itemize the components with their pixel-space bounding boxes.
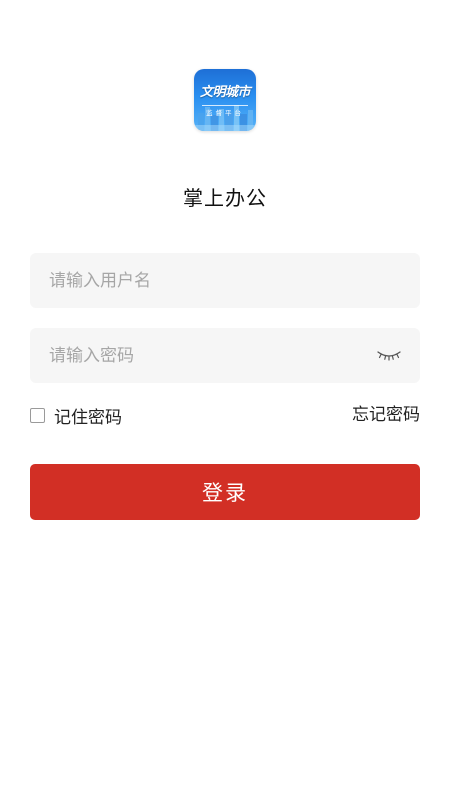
- logo-subtitle: 监督平台: [202, 105, 248, 117]
- eye-closed-icon: [377, 351, 401, 361]
- password-visibility-toggle[interactable]: [376, 345, 402, 365]
- password-input[interactable]: [30, 328, 420, 383]
- remember-password[interactable]: 记住密码: [30, 403, 122, 428]
- remember-password-checkbox[interactable]: [30, 407, 45, 423]
- login-screen: 文明城市 监督平台 掌上办公 记住密码 忘记密码 登录: [0, 0, 450, 800]
- app-logo: 文明城市 监督平台: [194, 69, 256, 131]
- login-button[interactable]: 登录: [30, 464, 420, 520]
- password-field-container: [30, 328, 420, 383]
- logo-title: 文明城市: [199, 85, 251, 100]
- username-field-container: [30, 253, 420, 308]
- username-input[interactable]: [30, 253, 420, 308]
- forgot-password-link[interactable]: 忘记密码: [352, 403, 420, 427]
- remember-password-label: 记住密码: [54, 407, 122, 428]
- city-skyline-logo-icon: [194, 105, 256, 131]
- remember-row: 记住密码 忘记密码: [30, 403, 420, 428]
- page-title: 掌上办公: [183, 186, 267, 210]
